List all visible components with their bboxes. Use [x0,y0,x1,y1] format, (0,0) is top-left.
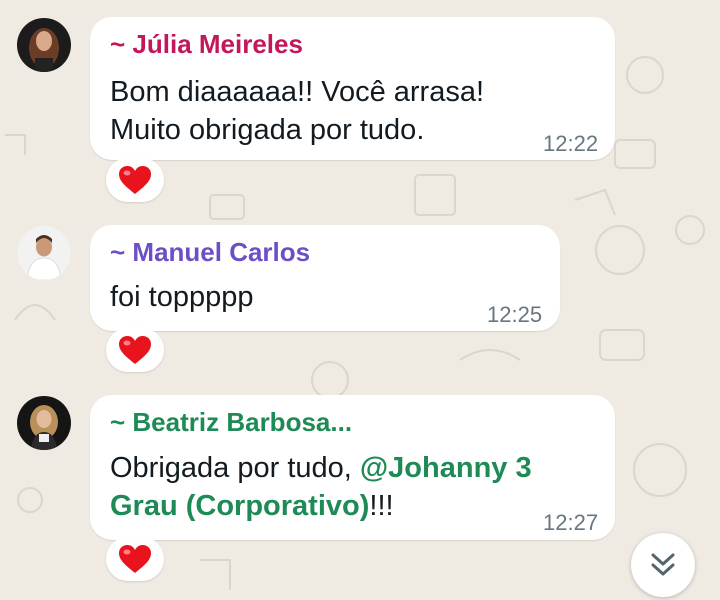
message-timestamp: 12:25 [487,302,543,327]
sender-name[interactable]: ~ Júlia Meireles [110,29,303,60]
message-text-part: Obrigada por tudo, [110,452,360,484]
reaction-badge[interactable] [106,158,164,202]
message-bubble[interactable]: ~ Júlia Meireles Bom diaaaaaa!! Você arr… [90,17,615,160]
reaction-badge[interactable] [106,328,164,372]
reaction-badge[interactable] [106,537,164,581]
sender-name[interactable]: ~ Manuel Carlos [110,237,310,268]
heart-icon [119,336,151,364]
message-timestamp: 12:22 [543,131,599,156]
avatar[interactable] [17,226,71,280]
heart-icon [119,166,151,194]
avatar[interactable] [17,18,71,72]
message-text: foi toppppp [110,281,254,313]
message-text: Bom diaaaaaa!! Você arrasa! Muito obriga… [110,76,485,146]
avatar[interactable] [17,396,71,450]
message-text-part: !!! [369,490,394,522]
mention-link[interactable]: Grau (Corporativo) [110,490,369,522]
message-timestamp: 12:27 [543,510,599,535]
heart-icon [119,545,151,573]
scroll-to-bottom-button[interactable] [631,533,695,597]
message-text: Obrigada por tudo, @Johanny 3 Grau (Corp… [110,449,532,525]
mention-link[interactable]: @Johanny 3 [360,452,532,484]
sender-name[interactable]: ~ Beatriz Barbosa... [110,407,352,438]
double-chevron-down-icon [651,553,675,576]
message-bubble[interactable]: ~ Manuel Carlos foi toppppp 12:25 [90,225,560,331]
message-bubble[interactable]: ~ Beatriz Barbosa... Obrigada por tudo, … [90,395,615,540]
